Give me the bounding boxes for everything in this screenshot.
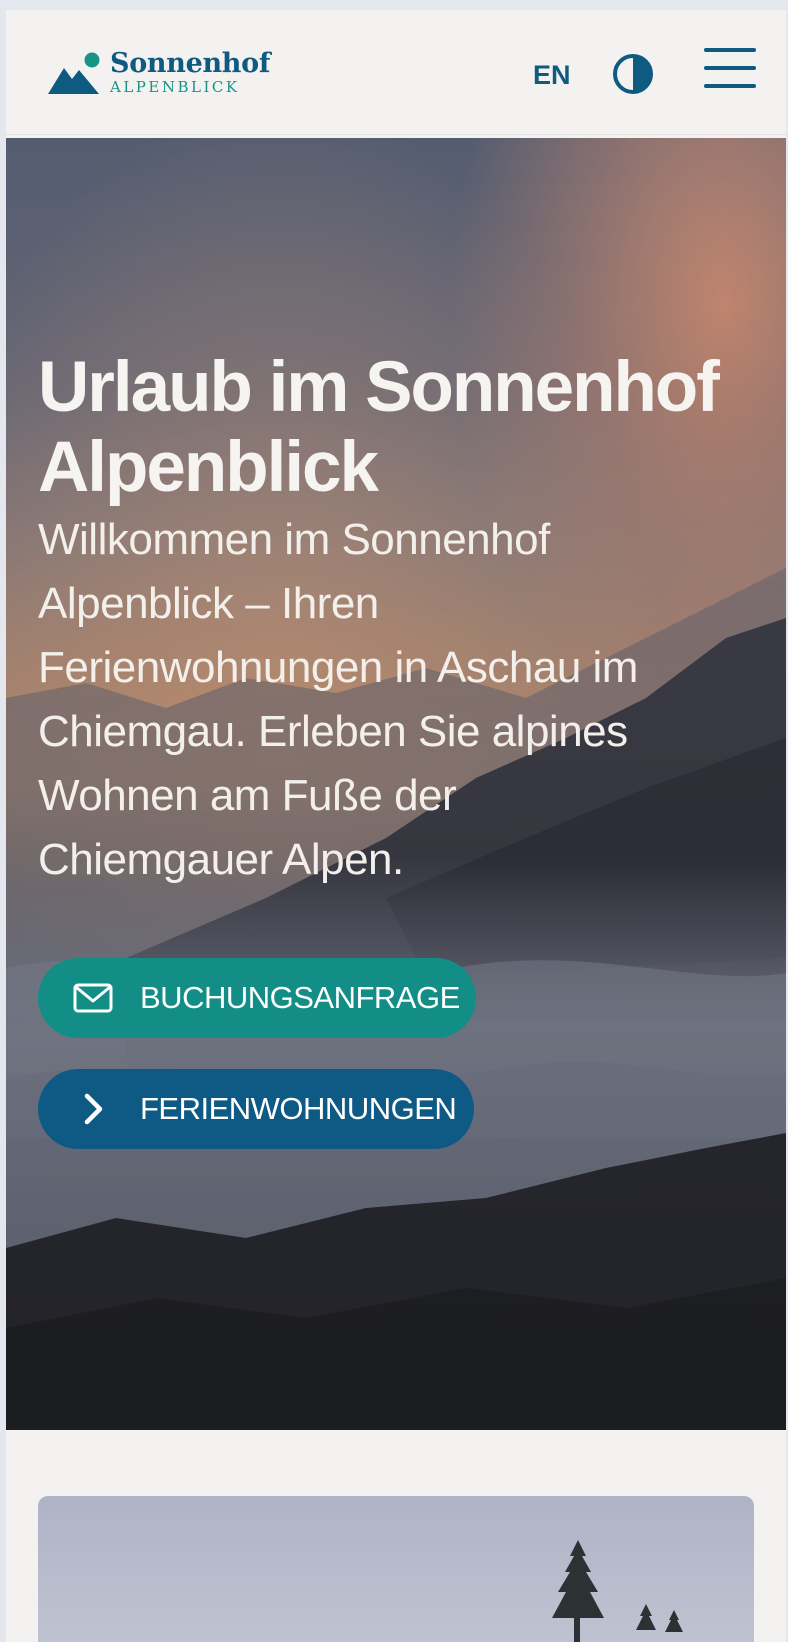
hero-title: Urlaub im Sonnenhof Alpenblick (38, 348, 720, 507)
envelope-icon (72, 982, 114, 1014)
contrast-icon[interactable] (613, 54, 653, 94)
trees-winter-image (38, 1496, 754, 1642)
booking-request-button[interactable]: BUCHUNGSANFRAGE (38, 958, 476, 1038)
chevron-right-icon (72, 1093, 114, 1125)
apartments-label: FERIENWOHNUNGEN (140, 1091, 457, 1126)
logo-name: Sonnenhof (110, 47, 271, 79)
hero-description: Willkommen im Sonnenhof Alpenblick – Ihr… (38, 515, 638, 884)
language-switch[interactable]: EN (533, 60, 571, 91)
page: Sonnenhof ALPENBLICK EN Urlaub im Sonnen… (6, 10, 786, 1642)
hamburger-menu-icon[interactable] (704, 46, 758, 90)
booking-request-label: BUCHUNGSANFRAGE (140, 980, 460, 1015)
apartments-button[interactable]: FERIENWOHNUNGEN (38, 1069, 474, 1149)
hero-section: Urlaub im Sonnenhof Alpenblick Willkomme… (6, 138, 786, 1430)
mountain-sun-logo-icon (48, 52, 100, 94)
logo-text: Sonnenhof ALPENBLICK (110, 50, 270, 95)
logo-subtitle: ALPENBLICK (110, 77, 240, 96)
site-header: Sonnenhof ALPENBLICK EN (6, 10, 786, 135)
apartment-preview-image[interactable] (38, 1496, 754, 1642)
site-logo[interactable]: Sonnenhof ALPENBLICK (48, 48, 270, 96)
